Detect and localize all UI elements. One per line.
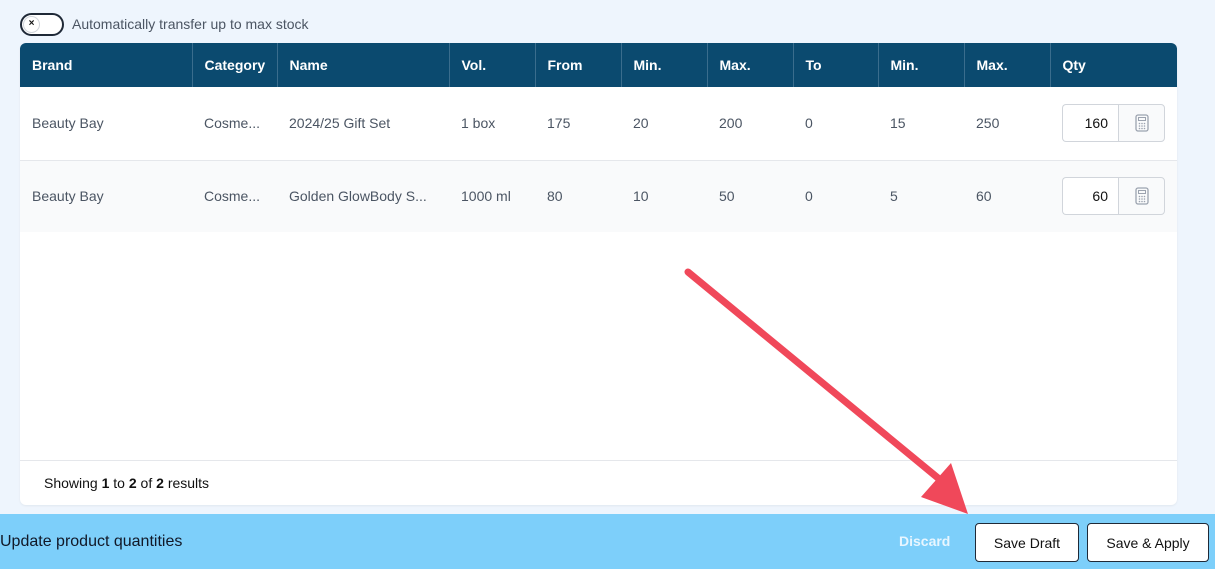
cell-to-max: 250 [976, 115, 1000, 132]
pagination-summary: Showing 1 to 2 of 2 results [20, 460, 1177, 505]
auto-transfer-toggle-row: × Automatically transfer up to max stock [20, 12, 309, 36]
auto-transfer-toggle[interactable]: × [20, 12, 64, 36]
col-header-to[interactable]: To [793, 43, 879, 87]
bottom-action-bar: Update product quantities Discard Save D… [0, 514, 1215, 569]
cell-to: 0 [805, 188, 813, 205]
cell-to: 0 [805, 115, 813, 132]
calculator-button[interactable] [1118, 177, 1165, 216]
qty-input[interactable] [1062, 177, 1118, 216]
action-bar-title: Update product quantities [0, 533, 183, 550]
cell-from-max: 200 [719, 115, 743, 132]
cell-vol: 1 box [461, 115, 496, 132]
col-header-qty[interactable]: Qty [1050, 43, 1177, 87]
cell-brand: Beauty Bay [32, 188, 104, 205]
col-header-brand[interactable]: Brand [20, 43, 193, 87]
table-row: Beauty Bay Cosme... Golden GlowBody S...… [20, 160, 1177, 232]
col-header-to-max[interactable]: Max. [964, 43, 1051, 87]
cell-from: 80 [547, 188, 563, 205]
cell-brand: Beauty Bay [32, 115, 104, 132]
save-apply-button[interactable]: Save & Apply [1087, 523, 1209, 562]
pagination-start: 1 [101, 475, 110, 491]
col-header-name[interactable]: Name [277, 43, 450, 87]
cell-from-min: 10 [633, 188, 649, 205]
products-card: Brand Category Name Vol. From Min. Max. … [20, 43, 1177, 505]
toggle-knob-x-icon: × [23, 15, 40, 33]
col-header-vol[interactable]: Vol. [449, 43, 536, 87]
col-header-category[interactable]: Category [192, 43, 278, 87]
products-table: Brand Category Name Vol. From Min. Max. … [20, 43, 1177, 232]
col-header-from-max[interactable]: Max. [707, 43, 794, 87]
cell-to-max: 60 [976, 188, 992, 205]
cell-category: Cosme... [204, 115, 261, 132]
calculator-icon [1134, 114, 1149, 132]
qty-input[interactable] [1062, 104, 1118, 143]
calculator-icon [1134, 187, 1149, 205]
cell-from-min: 20 [633, 115, 649, 132]
cell-from-max: 50 [719, 188, 735, 205]
discard-button[interactable]: Discard [899, 533, 950, 549]
cell-to-min: 5 [890, 188, 898, 205]
col-header-from-min[interactable]: Min. [621, 43, 708, 87]
cell-to-min: 15 [890, 115, 906, 132]
auto-transfer-label: Automatically transfer up to max stock [72, 16, 309, 32]
pagination-to: to [113, 475, 125, 491]
qty-control [1062, 177, 1165, 216]
cell-name: Golden GlowBody S... [289, 188, 427, 205]
save-draft-button[interactable]: Save Draft [975, 523, 1079, 562]
pagination-of: of [140, 475, 153, 491]
table-row: Beauty Bay Cosme... 2024/25 Gift Set 1 b… [20, 87, 1177, 160]
cell-from: 175 [547, 115, 571, 132]
calculator-button[interactable] [1118, 104, 1165, 143]
pagination-prefix: Showing [44, 475, 98, 491]
table-header-row: Brand Category Name Vol. From Min. Max. … [20, 43, 1177, 87]
pagination-suffix: results [167, 475, 210, 491]
pagination-total: 2 [156, 475, 164, 491]
cell-qty [1050, 160, 1177, 232]
col-header-from[interactable]: From [535, 43, 622, 87]
pagination-end: 2 [128, 475, 137, 491]
cell-name: 2024/25 Gift Set [289, 115, 391, 132]
col-header-to-min[interactable]: Min. [878, 43, 965, 87]
cell-category: Cosme... [204, 188, 261, 205]
cell-vol: 1000 ml [461, 188, 511, 205]
cell-qty [1050, 87, 1177, 160]
qty-control [1062, 104, 1165, 143]
